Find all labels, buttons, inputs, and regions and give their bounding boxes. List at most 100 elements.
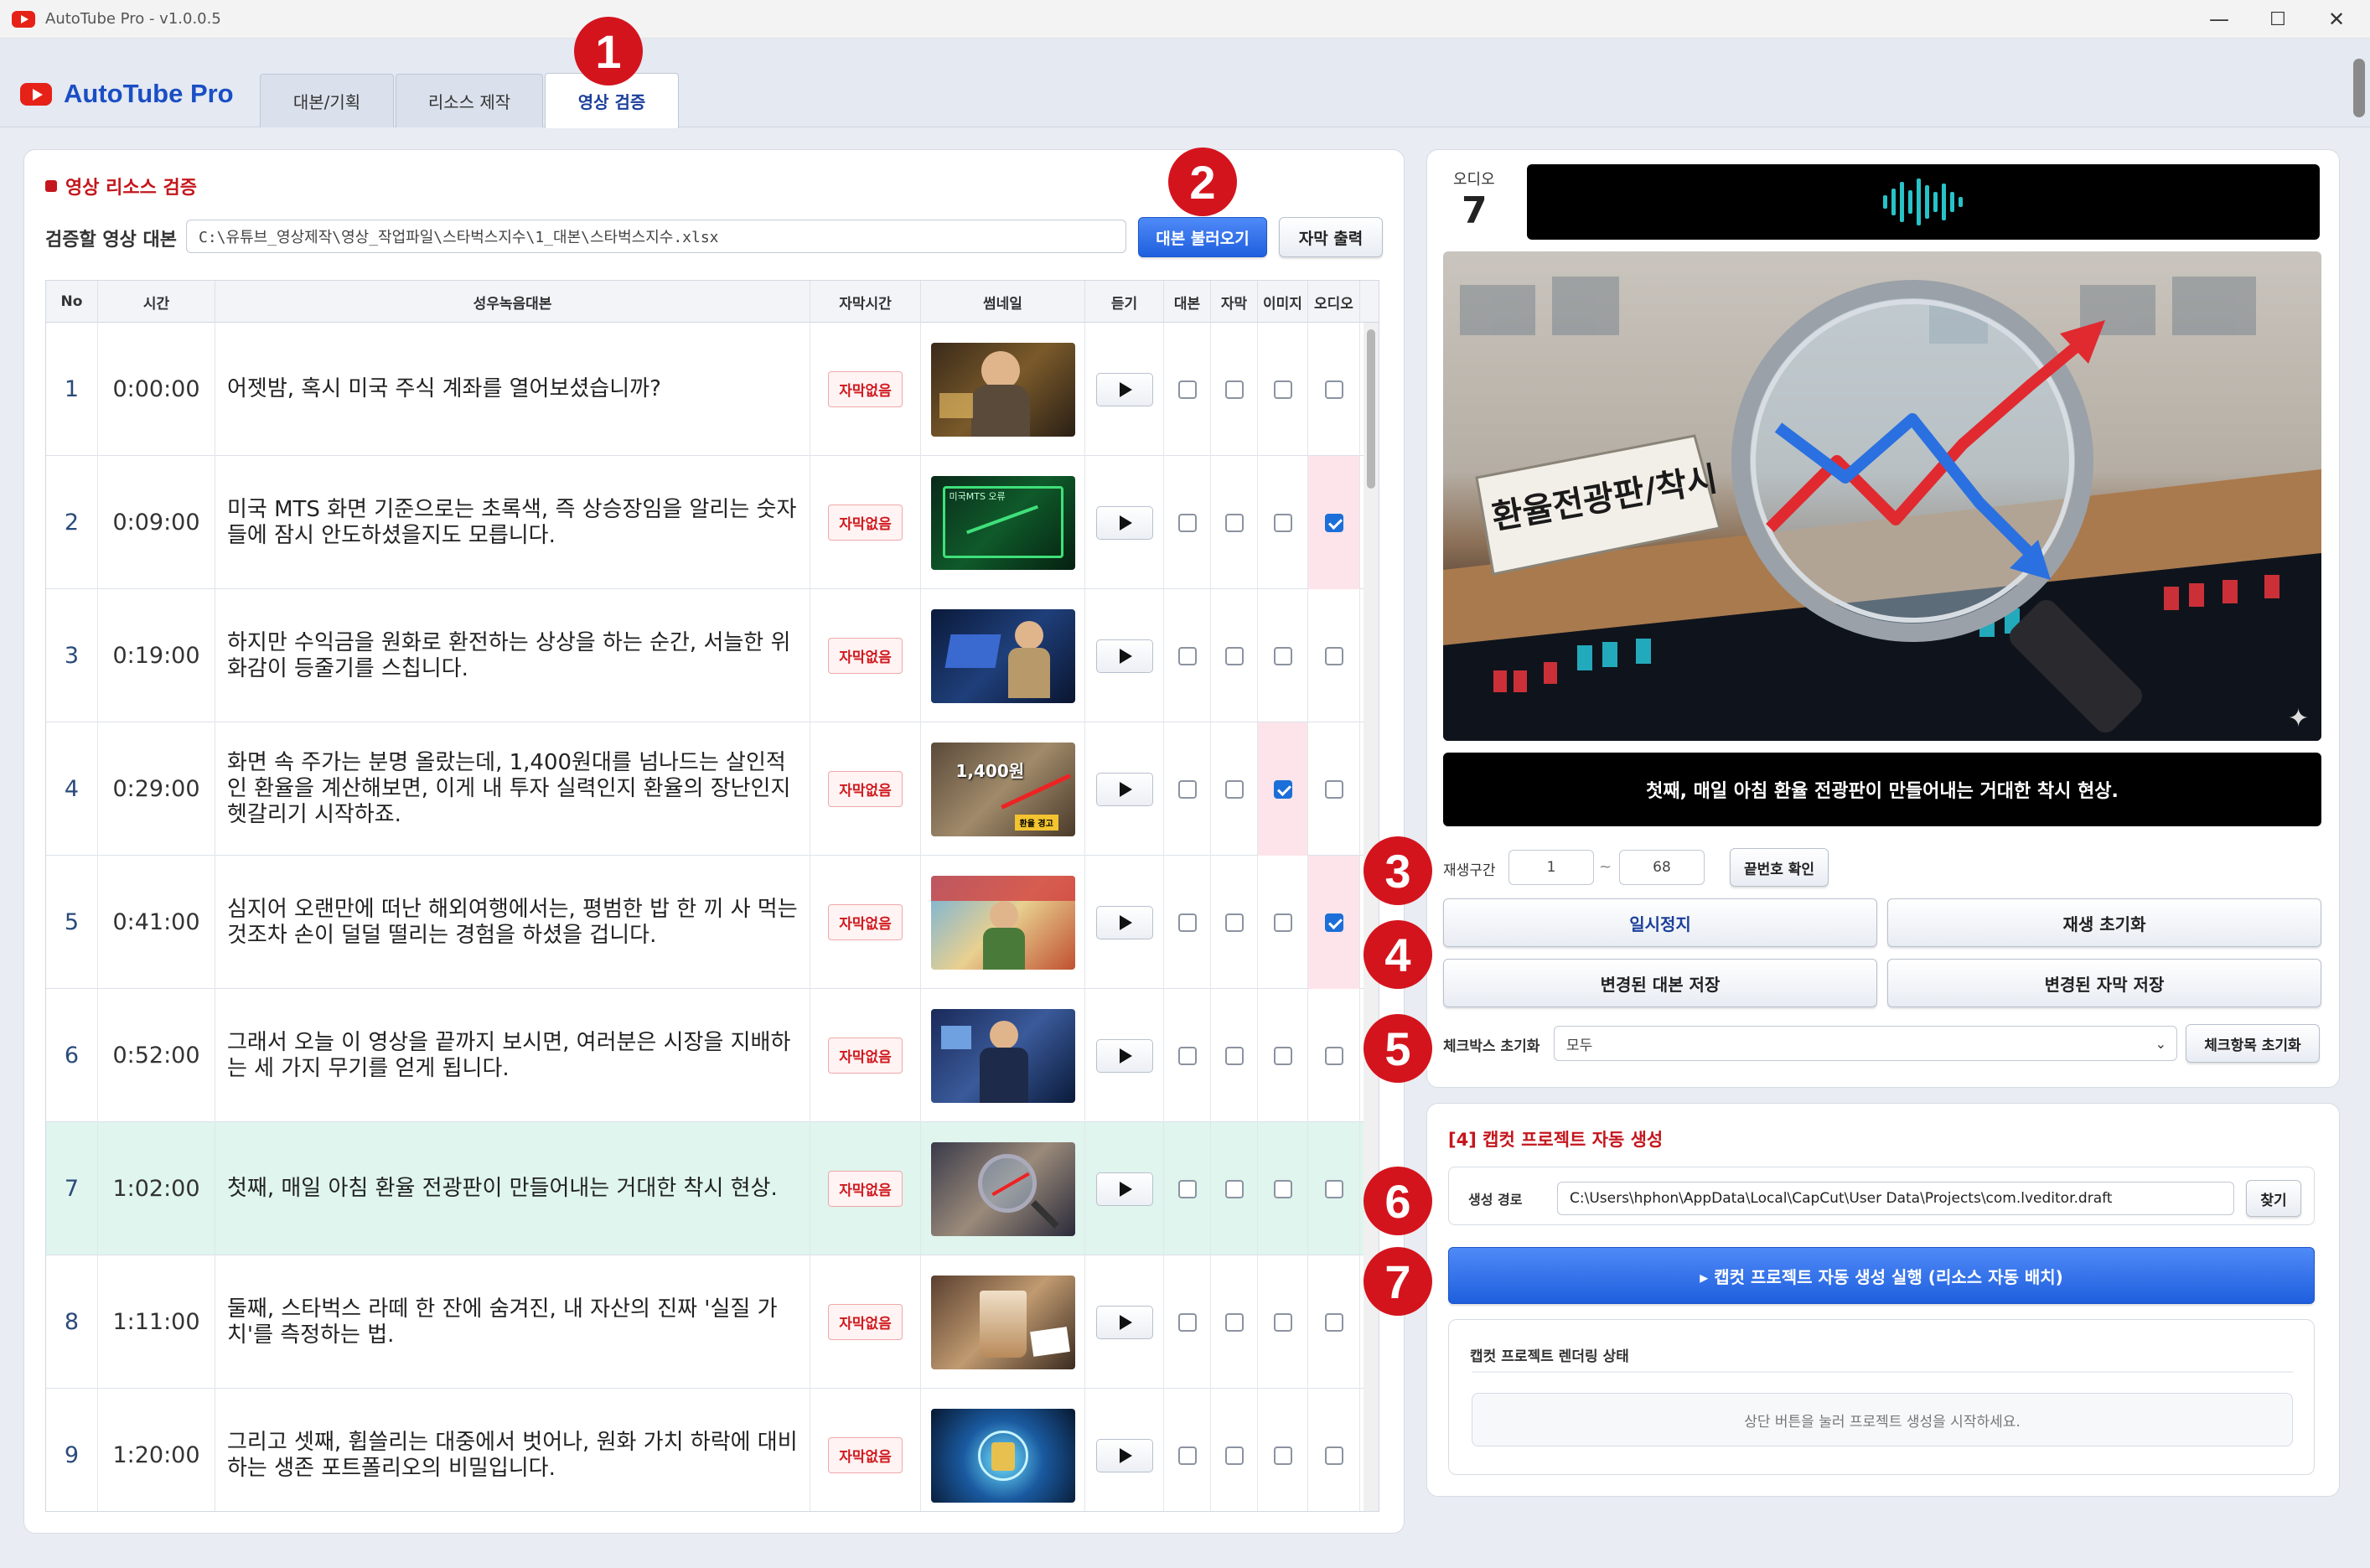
table-row[interactable]: 2 0:09:00 미국 MTS 화면 기준으로는 초록색, 즉 상승장임을 알… — [46, 456, 1379, 589]
export-subtitle-button[interactable]: 자막 출력 — [1279, 217, 1383, 257]
table-scroll-thumb[interactable] — [1367, 329, 1375, 489]
script-checkbox[interactable] — [1177, 380, 1197, 399]
script-checkbox[interactable] — [1177, 779, 1197, 799]
row-script-text[interactable]: 어젯밤, 혹시 미국 주식 계좌를 열어보셨습니까? — [215, 323, 810, 456]
callout-badge-6: 6 — [1364, 1167, 1432, 1235]
thumbnail-image[interactable] — [930, 608, 1075, 703]
audio-waveform[interactable] — [1527, 164, 2320, 240]
image-checkbox[interactable] — [1273, 1179, 1292, 1198]
audio-checkbox[interactable] — [1324, 779, 1343, 799]
run-capcut-button[interactable]: ▸ 캡컷 프로젝트 자동 생성 실행 (리소스 자동 배치) — [1448, 1247, 2315, 1304]
audio-checkbox[interactable] — [1324, 1312, 1343, 1332]
play-audio-button[interactable] — [1095, 1038, 1153, 1073]
script-checkbox[interactable] — [1177, 1446, 1197, 1465]
play-audio-button[interactable] — [1095, 1305, 1153, 1339]
table-row[interactable]: 3 0:19:00 하지만 수익금을 원화로 환전하는 상상을 하는 순간, 서… — [46, 589, 1379, 722]
subtitle-checkbox[interactable] — [1224, 913, 1244, 932]
window-scrollbar[interactable] — [2353, 59, 2365, 117]
audio-checkbox[interactable] — [1324, 913, 1343, 932]
minimize-button[interactable]: — — [2189, 0, 2249, 39]
save-script-button[interactable]: 변경된 대본 저장 — [1443, 959, 1877, 1007]
reset-checked-button[interactable]: 체크항목 초기화 — [2186, 1024, 2320, 1063]
script-checkbox[interactable] — [1177, 913, 1197, 932]
row-script-text[interactable]: 미국 MTS 화면 기준으로는 초록색, 즉 상승장임을 알리는 숫자들에 잠시… — [215, 456, 810, 589]
subtitle-checkbox[interactable] — [1224, 1046, 1244, 1065]
subtitle-checkbox[interactable] — [1224, 380, 1244, 399]
row-script-text[interactable]: 심지어 오랜만에 떠난 해외여행에서는, 평범한 밥 한 끼 사 먹는 것조차 … — [215, 856, 810, 989]
row-script-text[interactable]: 첫째, 매일 아침 환율 전광판이 만들어내는 거대한 착시 현상. — [215, 1122, 810, 1255]
image-checkbox[interactable] — [1273, 1046, 1292, 1065]
tab-script-plan[interactable]: 대본/기획 — [260, 74, 394, 127]
subtitle-checkbox[interactable] — [1224, 646, 1244, 665]
image-checkbox[interactable] — [1273, 779, 1292, 799]
play-audio-button[interactable] — [1095, 639, 1153, 673]
thumbnail-image[interactable] — [930, 1008, 1075, 1103]
load-script-button[interactable]: 대본 불러오기 — [1138, 217, 1267, 257]
play-audio-button[interactable] — [1095, 1438, 1153, 1472]
thumbnail-image[interactable] — [930, 1408, 1075, 1503]
audio-checkbox[interactable] — [1324, 1046, 1343, 1065]
save-subtitle-button[interactable]: 변경된 자막 저장 — [1887, 959, 2321, 1007]
thumbnail-image[interactable] — [930, 875, 1075, 970]
find-path-button[interactable]: 찾기 — [2246, 1180, 2301, 1217]
script-checkbox[interactable] — [1177, 1312, 1197, 1332]
play-audio-button[interactable] — [1095, 1172, 1153, 1206]
row-script-text[interactable]: 화면 속 주가는 분명 올랐는데, 1,400원대를 넘나드는 살인적인 환율을… — [215, 722, 810, 856]
image-checkbox[interactable] — [1273, 913, 1292, 932]
range-from-input[interactable]: 1 — [1508, 850, 1594, 885]
audio-checkbox[interactable] — [1324, 646, 1343, 665]
script-checkbox[interactable] — [1177, 1046, 1197, 1065]
play-audio-button[interactable] — [1095, 772, 1153, 806]
image-checkbox[interactable] — [1273, 1312, 1292, 1332]
table-row[interactable]: 4 0:29:00 화면 속 주가는 분명 올랐는데, 1,400원대를 넘나드… — [46, 722, 1379, 856]
audio-checkbox[interactable] — [1324, 513, 1343, 532]
play-audio-button[interactable] — [1095, 372, 1153, 406]
script-checkbox[interactable] — [1177, 513, 1197, 532]
thumbnail-image[interactable] — [930, 342, 1075, 437]
range-to-input[interactable]: 68 — [1619, 850, 1705, 885]
image-checkbox[interactable] — [1273, 513, 1292, 532]
script-checkbox[interactable] — [1177, 1179, 1197, 1198]
pause-button[interactable]: 일시정지 — [1443, 898, 1877, 947]
audio-checkbox[interactable] — [1324, 1446, 1343, 1465]
table-row[interactable]: 6 0:52:00 그래서 오늘 이 영상을 끝까지 보시면, 여러분은 시장을… — [46, 989, 1379, 1122]
subtitle-checkbox[interactable] — [1224, 1179, 1244, 1198]
thumbnail-image[interactable]: 1,400원 환율 경고 — [930, 742, 1075, 836]
capcut-path-input[interactable]: C:\Users\hphon\AppData\Local\CapCut\User… — [1557, 1182, 2234, 1215]
thumbnail-image[interactable] — [930, 1275, 1075, 1369]
script-checkbox[interactable] — [1177, 646, 1197, 665]
subtitle-checkbox[interactable] — [1224, 1312, 1244, 1332]
audio-checkbox[interactable] — [1324, 1179, 1343, 1198]
row-script-text[interactable]: 그리고 셋째, 휩쓸리는 대중에서 벗어나, 원화 가치 하락에 대비하는 생존… — [215, 1389, 810, 1511]
section-marker-icon — [45, 180, 57, 192]
table-row[interactable]: 8 1:11:00 둘째, 스타벅스 라떼 한 잔에 숨겨진, 내 자산의 진짜… — [46, 1255, 1379, 1389]
table-row[interactable]: 9 1:20:00 그리고 셋째, 휩쓸리는 대중에서 벗어나, 원화 가치 하… — [46, 1389, 1379, 1511]
row-script-text[interactable]: 둘째, 스타벅스 라떼 한 잔에 숨겨진, 내 자산의 진짜 '실질 가치'를 … — [215, 1255, 810, 1389]
image-checkbox[interactable] — [1273, 1446, 1292, 1465]
confirm-end-button[interactable]: 끝번호 확인 — [1730, 848, 1829, 887]
maximize-button[interactable]: ☐ — [2248, 0, 2308, 39]
reset-playback-button[interactable]: 재생 초기화 — [1887, 898, 2321, 947]
table-scrollbar[interactable] — [1364, 323, 1379, 1511]
thumbnail-image[interactable]: 미국MTS 오류 — [930, 475, 1075, 570]
image-checkbox[interactable] — [1273, 646, 1292, 665]
play-audio-button[interactable] — [1095, 905, 1153, 939]
row-script-text[interactable]: 그래서 오늘 이 영상을 끝까지 보시면, 여러분은 시장을 지배하는 세 가지… — [215, 989, 810, 1122]
close-button[interactable]: ✕ — [2306, 0, 2367, 39]
image-checkbox[interactable] — [1273, 380, 1292, 399]
brand: AutoTube Pro — [20, 79, 234, 109]
tab-resource[interactable]: 리소스 제작 — [396, 74, 543, 127]
thumbnail-image[interactable] — [930, 1141, 1075, 1236]
table-row[interactable]: 1 0:00:00 어젯밤, 혹시 미국 주식 계좌를 열어보셨습니까? 자막없… — [46, 323, 1379, 456]
subtitle-checkbox[interactable] — [1224, 1446, 1244, 1465]
row-script-text[interactable]: 하지만 수익금을 원화로 환전하는 상상을 하는 순간, 서늘한 위화감이 등줄… — [215, 589, 810, 722]
subtitle-checkbox[interactable] — [1224, 513, 1244, 532]
table-row[interactable]: 5 0:41:00 심지어 오랜만에 떠난 해외여행에서는, 평범한 밥 한 끼… — [46, 856, 1379, 989]
subtitle-checkbox[interactable] — [1224, 779, 1244, 799]
audio-checkbox[interactable] — [1324, 380, 1343, 399]
checkbox-reset-select[interactable]: 모두 ⌄ — [1554, 1026, 2177, 1061]
play-audio-button[interactable] — [1095, 505, 1153, 540]
preview-image[interactable]: 환율전광판/착시 ✦ — [1443, 251, 2321, 741]
table-row-selected[interactable]: 7 1:02:00 첫째, 매일 아침 환율 전광판이 만들어내는 거대한 착시… — [46, 1122, 1379, 1255]
script-path-input[interactable]: C:\유튜브_영상제작\영상_작업파일\스타벅스지수\1_대본\스타벅스지수.x… — [186, 220, 1126, 253]
